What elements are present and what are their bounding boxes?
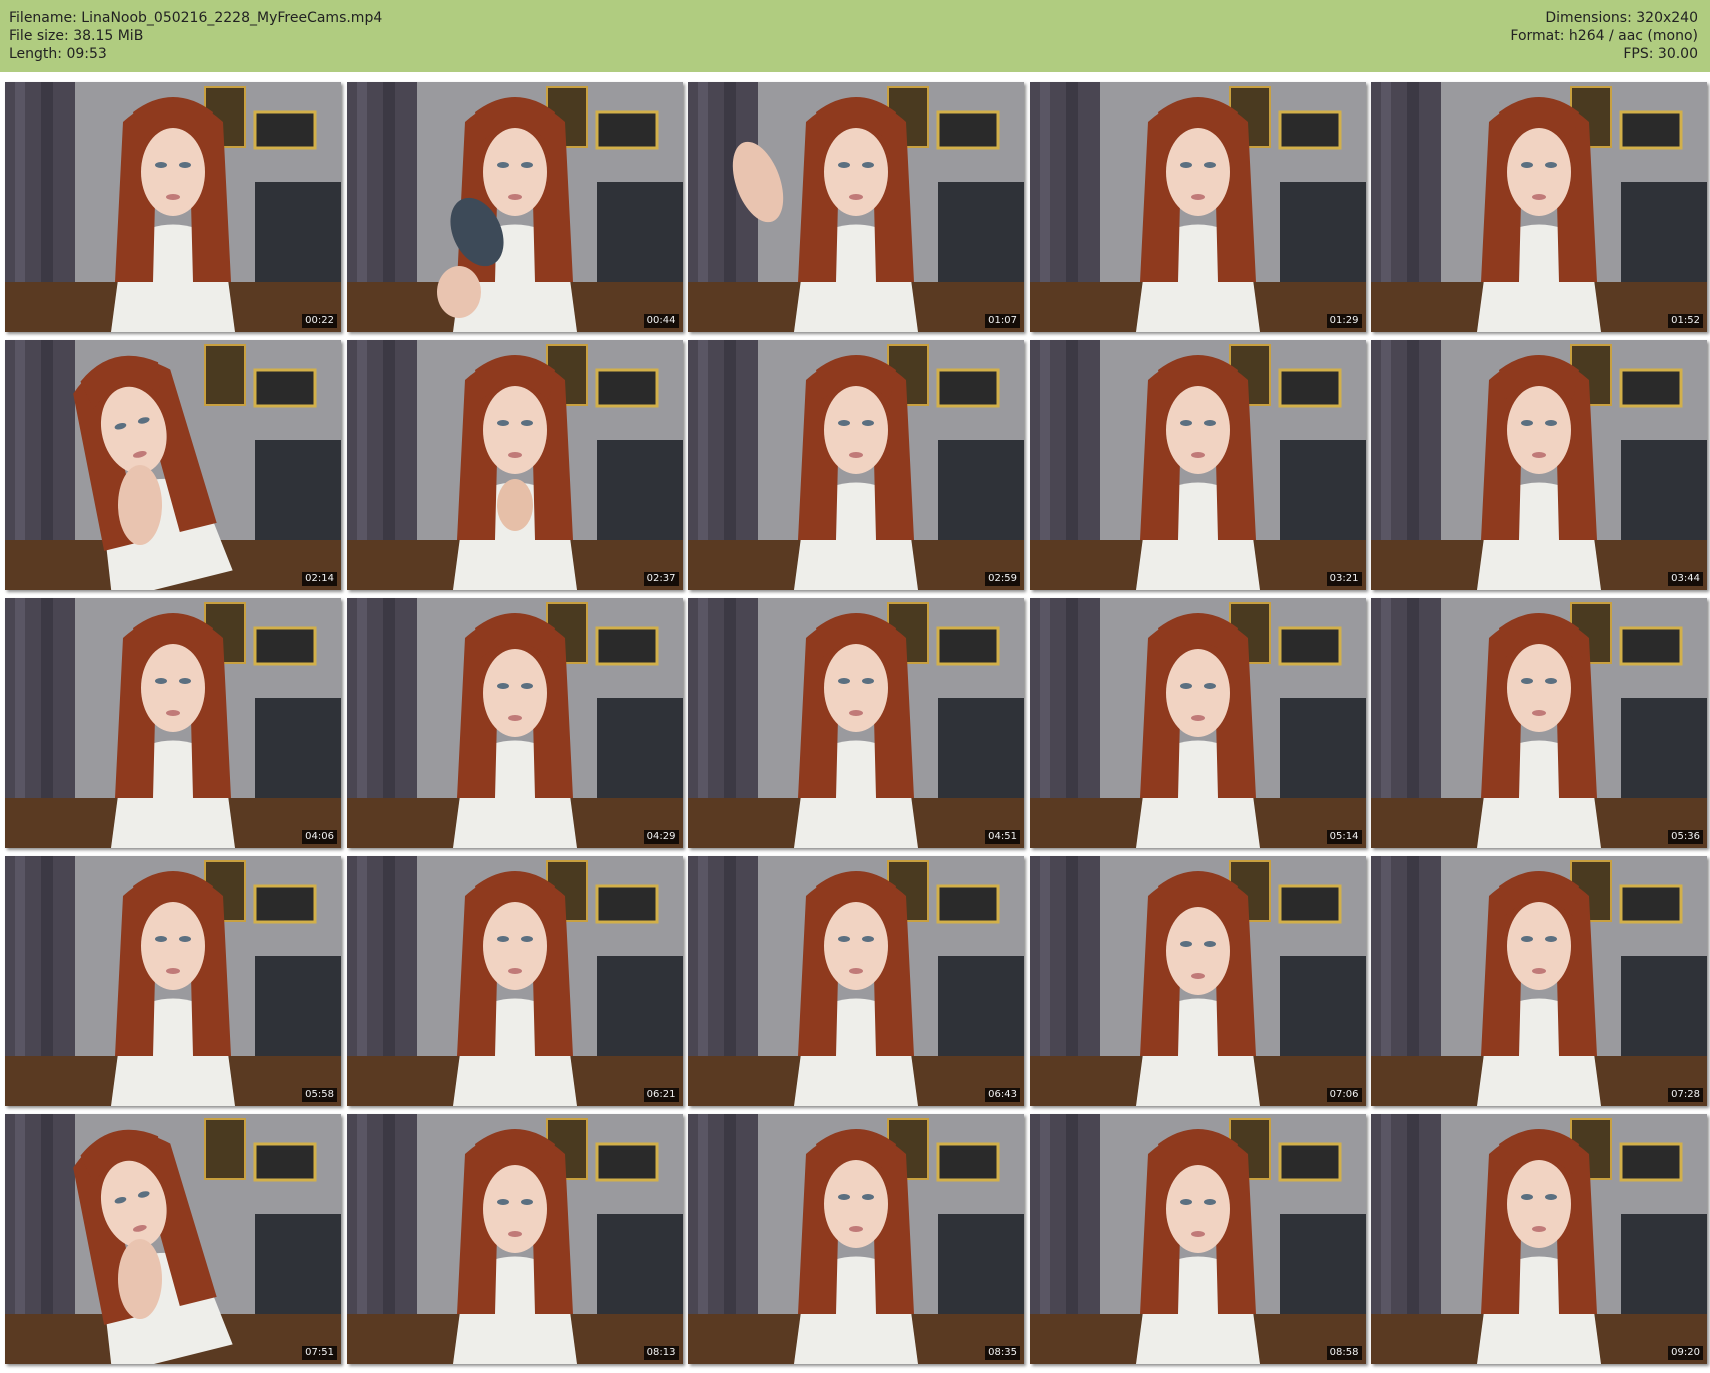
filename-text: Filename: LinaNoob_050216_2228_MyFreeCam… (9, 10, 383, 26)
video-thumbnail: 08:35 (688, 1114, 1024, 1364)
format-text: Format: h264 / aac (mono) (1510, 28, 1698, 44)
video-thumbnail: 00:44 (346, 82, 683, 332)
video-thumbnail: 02:59 (688, 340, 1024, 590)
video-thumbnail: 05:36 (1371, 598, 1707, 848)
filesize-text: File size: 38.15 MiB (9, 28, 144, 44)
video-thumbnail: 01:07 (688, 82, 1024, 332)
video-thumbnail: 07:06 (1029, 856, 1366, 1106)
timestamp-label: 04:29 (643, 830, 679, 844)
video-thumbnail: 09:20 (1371, 1114, 1707, 1364)
timestamp-label: 04:51 (985, 830, 1020, 844)
fps-text: FPS: 30.00 (1623, 46, 1698, 62)
timestamp-label: 08:13 (643, 1346, 679, 1360)
video-thumbnail: 06:43 (688, 856, 1024, 1106)
timestamp-label: 02:37 (643, 572, 679, 586)
timestamp-label: 00:44 (643, 314, 679, 328)
video-thumbnail: 08:13 (346, 1114, 683, 1364)
timestamp-label: 07:51 (302, 1346, 337, 1360)
timestamp-label: 03:44 (1668, 572, 1703, 586)
timestamp-label: 02:14 (302, 572, 337, 586)
video-thumbnail: 07:28 (1371, 856, 1707, 1106)
timestamp-label: 08:35 (985, 1346, 1020, 1360)
video-thumbnail: 03:44 (1371, 340, 1707, 590)
info-right: Dimensions: 320x240 Format: h264 / aac (… (1510, 9, 1698, 63)
timestamp-label: 09:20 (1668, 1346, 1703, 1360)
video-thumbnail: 03:21 (1029, 340, 1366, 590)
timestamp-label: 06:43 (985, 1088, 1020, 1102)
timestamp-label: 08:58 (1326, 1346, 1362, 1360)
timestamp-label: 05:36 (1668, 830, 1703, 844)
timestamp-label: 06:21 (643, 1088, 679, 1102)
timestamp-label: 05:58 (302, 1088, 337, 1102)
timestamp-label: 05:14 (1326, 830, 1362, 844)
timestamp-label: 07:28 (1668, 1088, 1703, 1102)
video-thumbnail: 02:14 (5, 340, 341, 590)
video-thumbnail: 04:29 (346, 598, 683, 848)
timestamp-label: 01:07 (985, 314, 1020, 328)
video-thumbnail: 05:14 (1029, 598, 1366, 848)
video-thumbnail: 04:51 (688, 598, 1024, 848)
timestamp-label: 04:06 (302, 830, 337, 844)
video-thumbnail: 05:58 (5, 856, 341, 1106)
video-thumbnail: 00:22 (5, 82, 341, 332)
info-header: Filename: LinaNoob_050216_2228_MyFreeCam… (0, 0, 1710, 72)
timestamp-label: 02:59 (985, 572, 1020, 586)
dimensions-text: Dimensions: 320x240 (1545, 10, 1698, 26)
timestamp-label: 03:21 (1326, 572, 1362, 586)
video-thumbnail: 01:52 (1371, 82, 1707, 332)
timestamp-label: 07:06 (1326, 1088, 1362, 1102)
timestamp-label: 01:52 (1668, 314, 1703, 328)
timestamp-label: 01:29 (1326, 314, 1362, 328)
video-thumbnail: 01:29 (1029, 82, 1366, 332)
video-thumbnail: 07:51 (5, 1114, 341, 1364)
info-left: Filename: LinaNoob_050216_2228_MyFreeCam… (9, 9, 382, 63)
length-text: Length: 09:53 (9, 46, 107, 62)
video-thumbnail: 04:06 (5, 598, 341, 848)
video-thumbnail: 08:58 (1029, 1114, 1366, 1364)
video-thumbnail: 02:37 (346, 340, 683, 590)
video-thumbnail: 06:21 (346, 856, 683, 1106)
thumbnail-grid: 00:22 00:44 01:07 01:29 01:52 02:14 02:3… (5, 82, 1707, 1364)
timestamp-label: 00:22 (302, 314, 337, 328)
